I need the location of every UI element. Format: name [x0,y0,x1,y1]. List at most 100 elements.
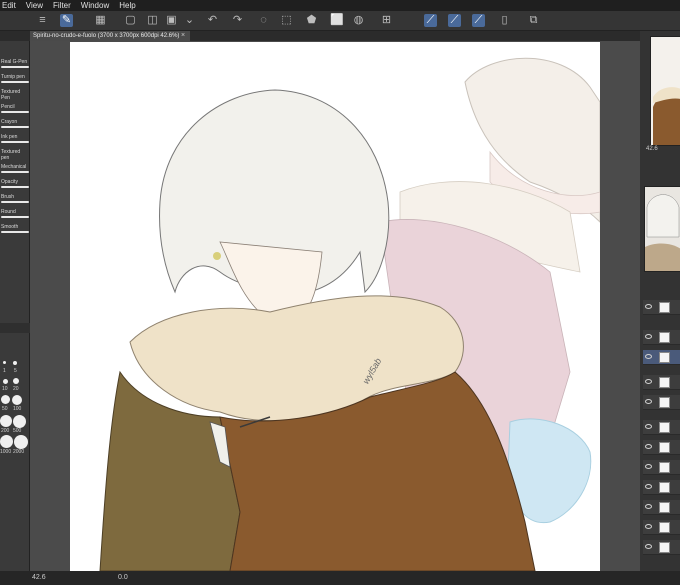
eye-icon[interactable] [645,304,652,309]
layer-thumbnail [659,332,670,343]
brush-item[interactable]: Ink pen [1,134,29,146]
layer-mask-icon[interactable]: ◫ [146,14,159,27]
layer-thumbnail [659,542,670,553]
layer-thumbnail [659,522,670,533]
brush-item[interactable]: Textured Pen [1,89,29,101]
brush-item[interactable]: Turnip pen [1,74,29,86]
brush-label: Opacity [1,179,18,185]
position-readout: 0.0 [118,574,128,581]
brush-size-dot[interactable] [1,395,10,404]
redo-icon[interactable]: ↷ [231,14,244,27]
layer-thumbnail [659,352,670,363]
brush-label: Turnip pen [1,74,25,80]
brush-label: Mechanical [1,164,27,170]
layer-row[interactable] [643,395,680,410]
layer-row[interactable] [643,440,680,455]
brush-item[interactable]: Crayon [1,119,29,131]
layer-row[interactable] [643,300,680,315]
hamburger-icon[interactable]: ≡ [36,14,49,27]
menu-edit[interactable]: Edit [2,0,16,11]
brush-item[interactable]: Textured pen [1,149,29,161]
close-icon[interactable]: × [178,31,188,41]
new-layer-icon[interactable]: ▢ [124,14,137,27]
sub-view-thumbnail[interactable] [644,186,680,272]
layer-thumbnail [659,502,670,513]
brush-item[interactable]: Real G-Pen [1,59,29,71]
brush-size-label: 50 [2,406,8,412]
eye-icon[interactable] [645,379,652,384]
eye-icon[interactable] [645,354,652,359]
eye-icon[interactable] [645,399,652,404]
brush-size-dot[interactable] [13,415,26,428]
layer-row[interactable] [643,520,680,535]
brush-size-dot[interactable] [3,379,8,384]
brush-size-dot[interactable] [0,435,13,448]
brush-item[interactable]: Smooth [1,224,29,236]
chevron-down-icon[interactable]: ⌄ [183,14,196,27]
brush-size-dot[interactable] [13,361,17,365]
device-icon[interactable]: ▯ [498,14,511,27]
eye-icon[interactable] [645,444,652,449]
layer-row[interactable] [643,420,680,435]
brush-label: Textured pen [1,149,21,161]
layer-row[interactable] [643,500,680,515]
brush-label: Smooth [1,224,19,230]
brush-item[interactable]: Round [1,209,29,221]
zoom-readout[interactable]: 42.6 [32,571,46,585]
brush-item[interactable]: Mechanical [1,164,29,176]
layer-row[interactable] [643,330,680,345]
eye-icon[interactable] [645,334,652,339]
navigator-zoom[interactable]: 42.6 [646,146,658,152]
brush-size-dot[interactable] [3,361,6,364]
menu-view[interactable]: View [26,0,43,11]
brush-item[interactable]: Opacity [1,179,29,191]
eye-icon[interactable] [645,424,652,429]
ruler-icon[interactable]: ⊞ [380,14,393,27]
brush-item[interactable]: Brush [1,194,29,206]
brush-item[interactable]: Pencil [1,104,29,116]
eye-icon[interactable] [645,484,652,489]
undo-icon[interactable]: ↶ [206,14,219,27]
menu-window[interactable]: Window [81,0,109,11]
brush-size-dot[interactable] [0,415,12,427]
loading-icon[interactable]: ◌ [257,14,270,27]
brush-size-dot[interactable] [13,378,19,384]
brush-label: Pencil [1,104,15,110]
pen-tool-icon[interactable]: ✎ [60,14,73,27]
stabilizer-1-icon[interactable]: ⟋ [424,14,437,27]
layer-row-selected[interactable] [643,350,680,365]
brush-label: Brush [1,194,15,200]
eye-icon[interactable] [645,464,652,469]
brush-label: Ink pen [1,134,18,140]
brush-label: Crayon [1,119,18,125]
lasso-icon[interactable]: ◍ [352,14,365,27]
panel-divider [0,323,30,333]
window-icon[interactable]: ⧉ [527,14,540,27]
brush-size-dot[interactable] [12,395,22,405]
eye-icon[interactable] [645,524,652,529]
menu-help[interactable]: Help [119,0,135,11]
fill-icon[interactable]: ⬟ [305,14,318,27]
command-bar: ≡ ✎ ▦ ▢ ◫ ▣ ⌄ ↶ ↷ ◌ ⬚ ⬟ ⬜ ◍ ⊞ ⟋ ⟋ ⟋ ▯ ⧉ [0,11,680,31]
brush-size-dot[interactable] [14,435,28,449]
save-icon[interactable]: ▣ [165,14,178,27]
menu-filter[interactable]: Filter [53,0,71,11]
eye-icon[interactable] [645,544,652,549]
layer-thumbnail [659,462,670,473]
document-tab[interactable]: Spiritu-no-crudo-e-fuolo (3700 x 3700px … [30,31,190,41]
layer-thumbnail [659,482,670,493]
stabilizer-3-icon[interactable]: ⟋ [472,14,485,27]
layer-row[interactable] [643,540,680,555]
transform-icon[interactable]: ⬚ [280,14,293,27]
layer-row[interactable] [643,460,680,475]
navigator-thumbnail[interactable] [650,36,680,146]
brush-size-label: 200 [1,428,10,434]
brush-size-label: 100 [13,406,22,412]
selection-icon[interactable]: ⬜ [330,14,344,27]
eye-icon[interactable] [645,504,652,509]
drawing-canvas[interactable] [70,42,600,571]
layer-row[interactable] [643,480,680,495]
stabilizer-2-icon[interactable]: ⟋ [448,14,461,27]
layer-row[interactable] [643,375,680,390]
grid-icon[interactable]: ▦ [94,14,107,27]
